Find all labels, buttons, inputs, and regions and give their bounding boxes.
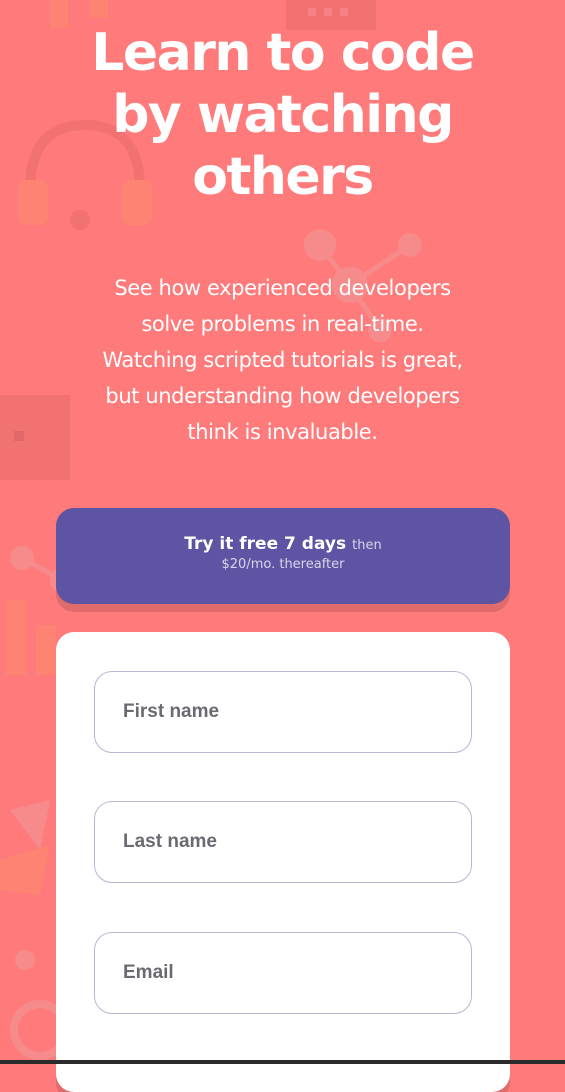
trial-offer-text: Try it free 7 days [184, 534, 347, 554]
hero-description-line: solve problems in real-time. [141, 312, 424, 336]
email-field[interactable] [94, 932, 472, 1014]
shield-icon [0, 800, 50, 895]
hero-title-line: by watching [112, 85, 454, 145]
trial-price-text: $20/mo. thereafter [221, 557, 345, 572]
trial-banner: Try it free 7 days then $20/mo. thereafte… [56, 508, 510, 604]
hero-description-line: think is invaluable. [187, 420, 378, 444]
network-icon [10, 950, 60, 1060]
first-name-field[interactable] [94, 671, 472, 753]
signup-form [56, 632, 510, 1092]
trial-then-text: then [352, 538, 382, 553]
hero-description-line: Watching scripted tutorials is great, [102, 348, 463, 372]
hero-description-line: See how experienced developers [114, 276, 451, 300]
hero-title-line: others [192, 147, 374, 207]
hero-title-line: Learn to code [91, 23, 475, 83]
bottom-divider [0, 1060, 565, 1064]
hero-description-line: but understanding how developers [105, 384, 460, 408]
last-name-field[interactable] [94, 801, 472, 883]
hero-title: Learn to code by watching others [0, 22, 565, 208]
hero-description: See how experienced developers solve pro… [60, 270, 505, 450]
